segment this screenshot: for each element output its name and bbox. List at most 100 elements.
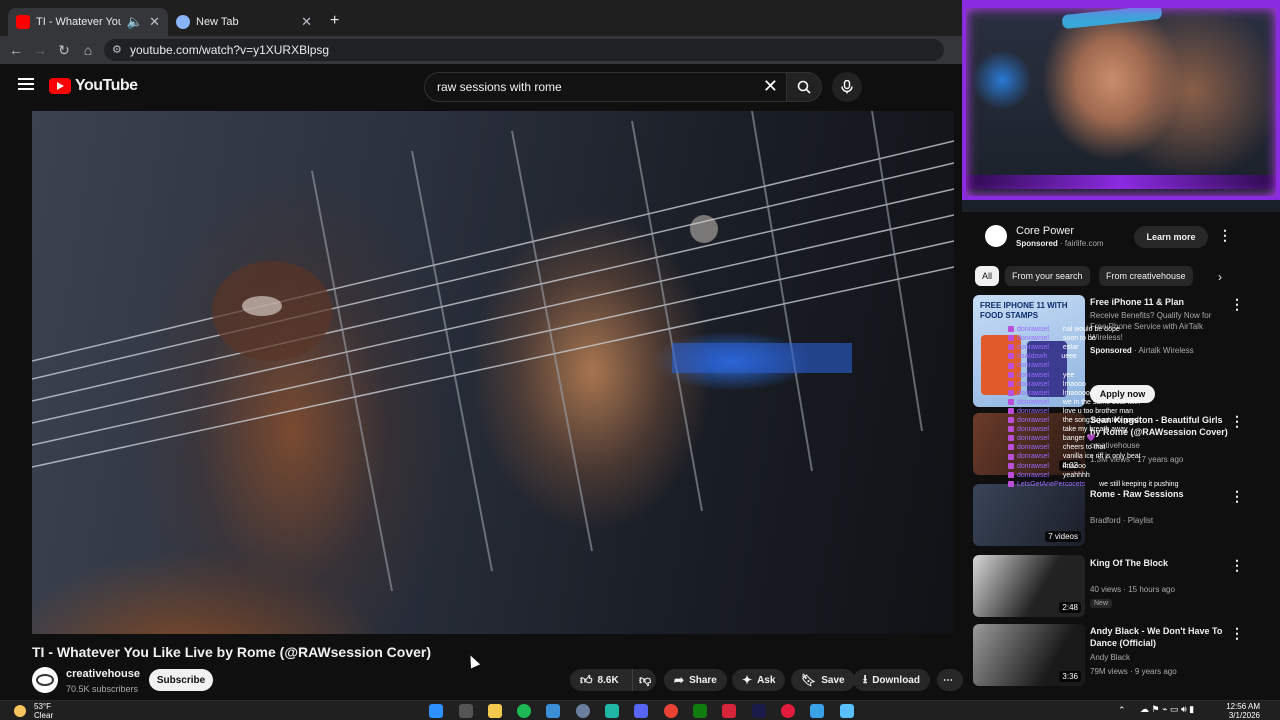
chrome-icon[interactable] xyxy=(664,704,678,718)
bookmark-icon: 🔖︎ xyxy=(801,673,817,687)
mail-icon[interactable] xyxy=(546,704,560,718)
chat-username: donrawsel xyxy=(1017,326,1049,333)
search-button[interactable] xyxy=(786,72,822,102)
chip-from-creativehouse[interactable]: From creativehouse xyxy=(1099,266,1193,286)
related-title[interactable]: Free iPhone 11 & Plan xyxy=(1090,296,1230,308)
clear-search-icon[interactable]: ✕ xyxy=(763,76,778,97)
discord-icon[interactable] xyxy=(634,704,648,718)
app-icon[interactable] xyxy=(840,704,854,718)
more-vertical-icon[interactable]: ⋮ xyxy=(1230,296,1244,313)
settings-gear-icon[interactable] xyxy=(576,704,590,718)
youtube-logo[interactable]: YouTube xyxy=(49,77,138,95)
chip-all[interactable]: All xyxy=(975,266,1000,286)
system-clock[interactable]: 12:56 AM 3/1/2026 xyxy=(1210,702,1260,720)
spotify-icon[interactable] xyxy=(517,704,531,718)
chat-badge-icon xyxy=(1008,398,1014,405)
site-info-icon[interactable]: ⚙ xyxy=(112,43,122,56)
related-title[interactable]: Andy Black - We Don't Have To Dance (Off… xyxy=(1090,625,1230,649)
more-vertical-icon[interactable]: ⋮ xyxy=(1230,413,1244,430)
ad-title: Core Power xyxy=(1016,225,1075,237)
ad-sponsored-line: Sponsored · fairlife.com xyxy=(1016,239,1104,248)
chat-text: ueee xyxy=(1061,353,1077,361)
forward-arrow-icon[interactable]: → xyxy=(28,42,52,58)
search-input[interactable]: raw sessions with rome ✕ xyxy=(424,72,786,102)
tab-new-tab[interactable]: New Tab ✕ xyxy=(168,8,320,36)
related-title[interactable]: King Of The Block xyxy=(1090,557,1230,569)
close-tab-icon[interactable]: ✕ xyxy=(149,14,160,30)
chat-badge-icon xyxy=(1008,371,1014,378)
related-video-thumbnail[interactable]: 3:36 xyxy=(973,624,1085,686)
tab-youtube[interactable]: TI - Whatever You Like Live 🔈 ✕ xyxy=(8,8,168,36)
share-label: Share xyxy=(689,674,717,686)
chip-from-your-search[interactable]: From your search xyxy=(1005,266,1090,286)
app-icon[interactable] xyxy=(722,704,736,718)
chevron-right-icon[interactable]: › xyxy=(1218,270,1222,284)
app-icon[interactable] xyxy=(605,704,619,718)
chat-username: donrawsel xyxy=(1017,371,1049,379)
temperature: 53°F xyxy=(34,702,51,711)
xbox-icon[interactable] xyxy=(693,704,707,718)
ask-button[interactable]: ✦ Ask xyxy=(732,669,786,691)
like-count: 8.6K xyxy=(597,674,619,686)
moon-weather-icon[interactable] xyxy=(14,705,26,717)
chat-message: donrawsel we in the same boat twin xyxy=(1008,398,1140,407)
mute-icon[interactable]: 🔈 xyxy=(127,14,143,30)
chat-message: donrawsel nal would be dope xyxy=(1008,325,1120,334)
new-tab-plus-icon[interactable]: + xyxy=(330,12,339,30)
subscribe-button[interactable]: Subscribe xyxy=(149,669,213,691)
chat-message: donrawsel the song is just too good xyxy=(1008,416,1139,425)
playlist-thumbnail[interactable]: 7 videos xyxy=(973,484,1085,546)
chat-badge-icon xyxy=(1008,471,1014,478)
chat-text: yeahhhh xyxy=(1062,471,1090,479)
start-windows-icon[interactable] xyxy=(429,704,443,718)
tray-icons[interactable]: ☁ ⚑ ⌁ ▭ 🔊︎ ▮ xyxy=(1140,704,1194,715)
share-button[interactable]: ➦ Share xyxy=(664,669,727,691)
learn-more-button[interactable]: Learn more xyxy=(1134,226,1208,248)
windows-taskbar: 53°F Clear ⌃ ☁ ⚑ ⌁ ▭ 🔊︎ ▮ 12:56 AM 3/1/2… xyxy=(0,700,1280,720)
hamburger-menu-icon[interactable] xyxy=(18,78,34,90)
thumbs-up-icon: 👍︎ xyxy=(580,672,593,687)
photos-icon[interactable] xyxy=(810,704,824,718)
weather-widget[interactable]: 53°F Clear xyxy=(34,702,53,720)
youtube-play-icon xyxy=(49,78,71,94)
clock-time: 12:56 AM xyxy=(1226,702,1260,711)
chat-text: love u too brother man xyxy=(1062,407,1133,415)
globe-icon xyxy=(176,15,190,29)
channel-avatar[interactable] xyxy=(32,667,58,693)
address-bar[interactable]: ⚙ youtube.com/watch?v=y1XURXBlpsg xyxy=(104,39,944,61)
related-title[interactable]: Rome - Raw Sessions xyxy=(1090,488,1230,500)
chat-username: donrawsel xyxy=(1017,426,1049,434)
sidebar-ad-card[interactable]: Core Power Sponsored · fairlife.com Lear… xyxy=(973,215,1240,259)
file-explorer-icon[interactable] xyxy=(488,704,502,718)
reload-icon[interactable]: ↻ xyxy=(52,42,76,59)
tray-chevron-up-icon[interactable]: ⌃ xyxy=(1118,705,1126,716)
more-vertical-icon[interactable]: ⋮ xyxy=(1218,227,1232,244)
more-vertical-icon[interactable]: ⋮ xyxy=(1230,625,1244,642)
close-tab-icon[interactable]: ✕ xyxy=(301,14,312,30)
app-icon[interactable] xyxy=(752,704,766,718)
video-player[interactable] xyxy=(32,111,954,634)
more-vertical-icon[interactable]: ⋮ xyxy=(1230,488,1244,505)
back-arrow-icon[interactable]: ← xyxy=(4,42,28,58)
home-icon[interactable]: ⌂ xyxy=(76,42,100,58)
clock-date: 3/1/2026 xyxy=(1228,711,1260,720)
dislike-button[interactable]: 👎︎ xyxy=(632,669,656,691)
like-button[interactable]: 👍︎ 8.6K xyxy=(570,669,632,691)
more-vertical-icon[interactable]: ⋮ xyxy=(1230,557,1244,574)
chat-badge-icon xyxy=(1008,353,1014,360)
related-channel[interactable]: Bradford · Playlist xyxy=(1090,516,1153,525)
related-channel[interactable]: Andy Black xyxy=(1090,653,1130,662)
youtube-favicon-icon xyxy=(16,15,30,29)
voice-search-button[interactable] xyxy=(832,72,862,102)
chat-badge-icon xyxy=(1008,326,1014,333)
task-view-icon[interactable] xyxy=(459,704,473,718)
chat-text: lmaoooooo xyxy=(1062,389,1098,397)
channel-name[interactable]: creativehouse xyxy=(66,668,140,680)
save-button[interactable]: 🔖︎ Save xyxy=(791,669,855,691)
opera-icon[interactable] xyxy=(781,704,795,718)
download-button[interactable]: ⭳ Download xyxy=(853,669,930,691)
chat-message: donrawsel yeahhhh xyxy=(1008,471,1090,480)
chat-username: donrawsel xyxy=(1017,335,1049,343)
related-video-thumbnail[interactable]: 2:48 xyxy=(973,555,1085,617)
more-actions-button[interactable]: ⋯ xyxy=(937,669,963,691)
